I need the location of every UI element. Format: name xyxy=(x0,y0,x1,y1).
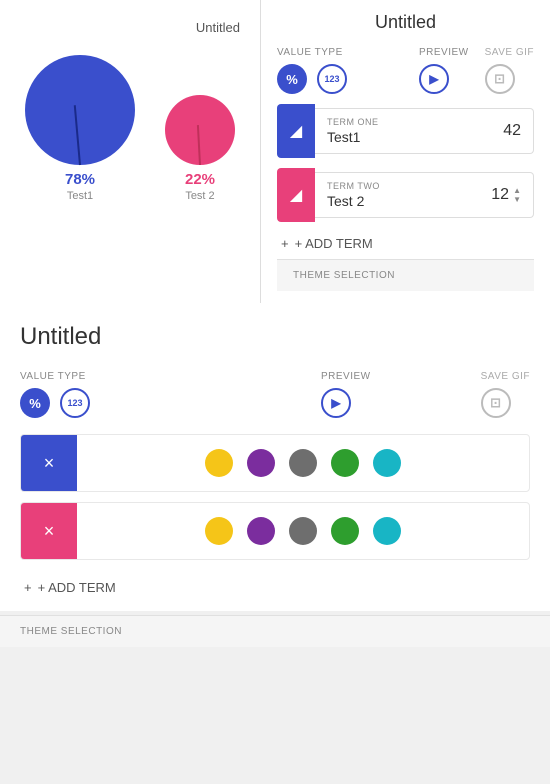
circle-item-1: 78% Test1 xyxy=(25,55,135,202)
circle-pct-2: 22% xyxy=(185,171,215,188)
play-icon-bottom: ▶ xyxy=(331,396,340,410)
term-strip-2: ◢ xyxy=(277,168,315,222)
config-panel-top: Untitled VALUE TYPE % 123 PREVIEW ▶ SAVE xyxy=(260,0,550,303)
color-dots-2 xyxy=(77,507,529,555)
term-two-spinner[interactable]: ▲ ▼ xyxy=(513,186,521,204)
add-term-label-bottom: + ADD TERM xyxy=(38,580,116,595)
term-icon-2: ◢ xyxy=(290,185,302,205)
term-icon-1: ◢ xyxy=(290,121,302,141)
circle-wrapper-1 xyxy=(25,55,135,165)
close-icon-2: × xyxy=(44,521,55,542)
color-dot-yellow-1[interactable] xyxy=(205,449,233,477)
term-two-value[interactable]: 12 xyxy=(491,186,509,204)
save-gif-label-top: SAVE GIF xyxy=(485,47,534,58)
term-card-1: ◢ TERM ONE Test1 42 xyxy=(277,104,534,158)
term-two-name: Test 2 xyxy=(327,193,380,209)
circle-item-2: 22% Test 2 xyxy=(165,95,235,202)
spinner-down[interactable]: ▼ xyxy=(513,195,521,204)
color-dot-green-2[interactable] xyxy=(331,517,359,545)
big-circle xyxy=(25,55,135,165)
value-type-label-top: VALUE TYPE xyxy=(277,47,403,58)
color-dot-purple-2[interactable] xyxy=(247,517,275,545)
term-two-value-row: 12 ▲ ▼ xyxy=(491,186,521,204)
save-gif-button-top[interactable]: ⊡ xyxy=(485,64,515,94)
add-icon-top: + xyxy=(281,236,289,251)
spinner-up[interactable]: ▲ xyxy=(513,186,521,195)
color-dot-gray-2[interactable] xyxy=(289,517,317,545)
preview-label-top: PREVIEW xyxy=(419,47,469,58)
term-card-2: ◢ TERM TWO Test 2 12 ▲ ▼ xyxy=(277,168,534,222)
add-term-label-top: + ADD TERM xyxy=(295,236,373,251)
circle-name-2: Test 2 xyxy=(185,190,214,202)
term-info-2: TERM TWO Test 2 xyxy=(327,181,380,209)
term-one-name: Test1 xyxy=(327,129,379,145)
term-body-1: TERM ONE Test1 42 xyxy=(315,108,534,154)
play-icon-top: ▶ xyxy=(429,72,438,86)
add-term-button-top[interactable]: + + ADD TERM xyxy=(277,232,534,259)
circle-pct-1: 78% xyxy=(65,171,95,188)
term-body-2: TERM TWO Test 2 12 ▲ ▼ xyxy=(315,172,534,218)
percent-button-top[interactable]: % xyxy=(277,64,307,94)
term-one-value: 42 xyxy=(503,122,521,140)
theme-selection-bottom: THEME SELECTION xyxy=(0,615,550,647)
preview-button-bottom[interactable]: ▶ xyxy=(321,388,351,418)
bottom-section: Untitled VALUE TYPE % 123 PREVIEW ▶ SAVE… xyxy=(0,303,550,611)
close-icon-1: × xyxy=(44,453,55,474)
circles-row: 78% Test1 22% Test 2 xyxy=(25,55,235,202)
theme-selection-label-top: THEME SELECTION xyxy=(293,270,395,281)
color-dot-gray-1[interactable] xyxy=(289,449,317,477)
value-type-label-bottom: VALUE TYPE xyxy=(20,371,321,382)
term-row-2-bottom: × xyxy=(20,502,530,560)
color-dots-1 xyxy=(77,439,529,487)
term-one-label: TERM ONE xyxy=(327,117,379,127)
add-icon-bottom: + xyxy=(24,580,32,595)
term-strip-1: ◢ xyxy=(277,104,315,158)
circle-name-1: Test1 xyxy=(67,190,93,202)
theme-selection-top: THEME SELECTION xyxy=(277,259,534,291)
color-dot-purple-1[interactable] xyxy=(247,449,275,477)
save-gif-label-bottom: SAVE GIF xyxy=(481,371,530,382)
theme-selection-label-bottom: THEME SELECTION xyxy=(20,626,122,637)
num-button-bottom[interactable]: 123 xyxy=(60,388,90,418)
chart-area: Untitled 78% Test1 22% Test 2 xyxy=(0,0,260,303)
save-icon-bottom: ⊡ xyxy=(490,395,501,411)
save-gif-button-bottom[interactable]: ⊡ xyxy=(481,388,511,418)
add-term-button-bottom[interactable]: + + ADD TERM xyxy=(20,570,530,611)
color-dot-green-1[interactable] xyxy=(331,449,359,477)
num-button-top[interactable]: 123 xyxy=(317,64,347,94)
term-1-close-button[interactable]: × xyxy=(21,435,77,491)
percent-button-bottom[interactable]: % xyxy=(20,388,50,418)
term-2-close-button[interactable]: × xyxy=(21,503,77,559)
term-two-label: TERM TWO xyxy=(327,181,380,191)
color-dot-teal-1[interactable] xyxy=(373,449,401,477)
term-row-1-bottom: × xyxy=(20,434,530,492)
bottom-title: Untitled xyxy=(20,323,530,351)
save-icon-top: ⊡ xyxy=(494,71,505,87)
chart-tab-label: Untitled xyxy=(196,20,240,35)
circle-wrapper-2 xyxy=(165,95,235,165)
color-dot-yellow-2[interactable] xyxy=(205,517,233,545)
color-dot-teal-2[interactable] xyxy=(373,517,401,545)
preview-button-top[interactable]: ▶ xyxy=(419,64,449,94)
panel-title: Untitled xyxy=(277,12,534,33)
preview-label-bottom: PREVIEW xyxy=(321,371,371,382)
term-info-1: TERM ONE Test1 xyxy=(327,117,379,145)
